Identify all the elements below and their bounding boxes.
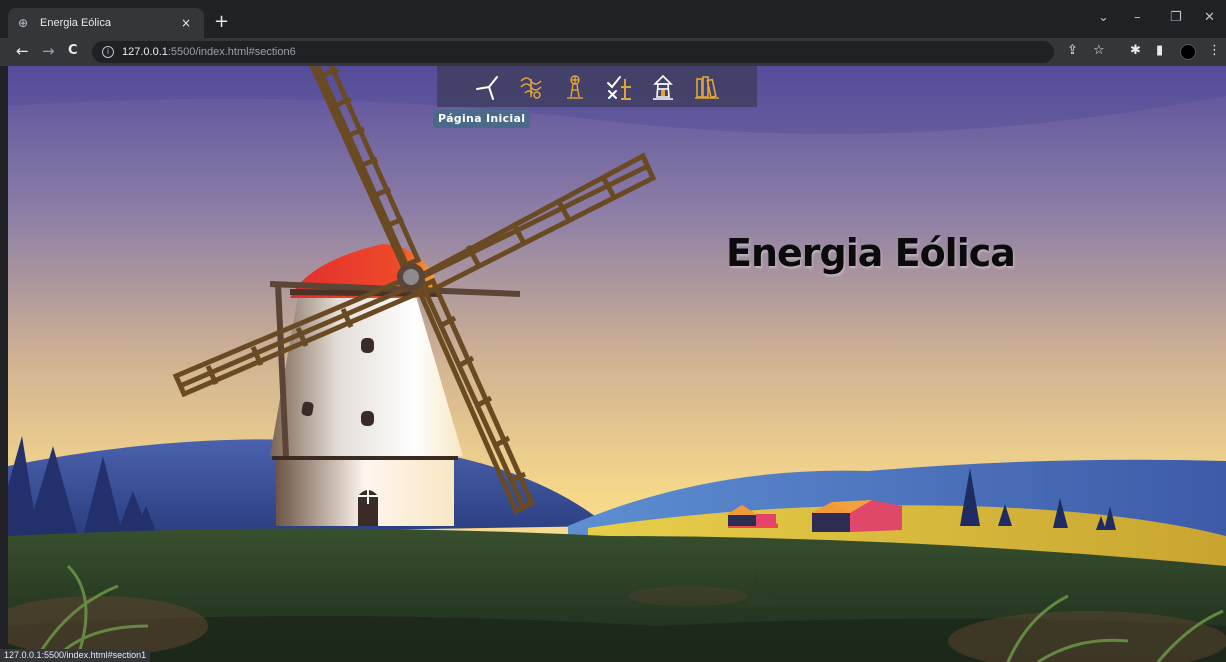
lighthouse-icon	[653, 74, 673, 100]
reload-button[interactable]: C	[68, 41, 78, 61]
pros-cons-icon	[607, 75, 631, 100]
browser-titlebar: ⊕ Energia Eólica × + ⌄ – ❐ ✕	[0, 0, 1226, 38]
address-bar[interactable]: i 127.0.0.1 :5500/index.html#section6	[92, 41, 1054, 63]
nav-item-pros-cons[interactable]	[604, 72, 634, 102]
new-tab-button[interactable]: +	[214, 12, 229, 32]
close-window-button[interactable]: ✕	[1204, 10, 1215, 25]
windmill-tower-icon	[567, 74, 583, 99]
back-button[interactable]: ←	[16, 41, 29, 61]
restore-button[interactable]: ❐	[1170, 10, 1182, 25]
nav-item-lighthouse[interactable]	[648, 72, 678, 102]
bookmark-star-icon[interactable]: ☆	[1093, 43, 1105, 59]
wind-gust-icon	[520, 76, 542, 99]
close-tab-icon[interactable]: ×	[178, 16, 194, 30]
nav-item-wind-turbine[interactable]	[472, 72, 502, 102]
extensions-icon[interactable]: ✱	[1130, 43, 1141, 59]
nav-tooltip: Página Inicial	[433, 110, 531, 128]
nav-item-wind-gust[interactable]	[516, 72, 546, 102]
url-path: :5500/index.html#section6	[167, 46, 296, 58]
book-icon	[695, 75, 719, 99]
nav-item-book[interactable]	[692, 72, 722, 102]
side-panel-icon[interactable]: ▮	[1156, 43, 1163, 59]
icon-navbar	[437, 66, 757, 107]
profile-avatar[interactable]	[1180, 44, 1196, 60]
tab-search-icon[interactable]: ⌄	[1098, 10, 1109, 25]
browser-tab[interactable]: ⊕ Energia Eólica ×	[8, 8, 204, 38]
site-info-icon[interactable]: i	[102, 46, 114, 58]
globe-icon: ⊕	[18, 16, 29, 30]
wind-turbine-icon	[476, 75, 498, 100]
landscape-illustration	[8, 66, 1226, 662]
menu-icon[interactable]: ⋮	[1208, 43, 1221, 59]
page-viewport: Página Inicial Energia Eólica	[8, 66, 1226, 662]
hero-title: Energia Eólica	[726, 231, 1016, 275]
windmill-door	[358, 488, 378, 526]
minimize-button[interactable]: –	[1134, 10, 1141, 25]
forward-button[interactable]: →	[42, 41, 55, 61]
browser-toolbar: ← → C i 127.0.0.1 :5500/index.html#secti…	[0, 38, 1226, 66]
tab-title: Energia Eólica	[40, 17, 111, 29]
status-bar-url: 127.0.0.1:5500/index.html#section1	[0, 649, 151, 662]
url-host: 127.0.0.1	[122, 46, 168, 58]
share-icon[interactable]: ⇪	[1067, 43, 1078, 59]
nav-item-windmill-tower[interactable]	[560, 72, 590, 102]
